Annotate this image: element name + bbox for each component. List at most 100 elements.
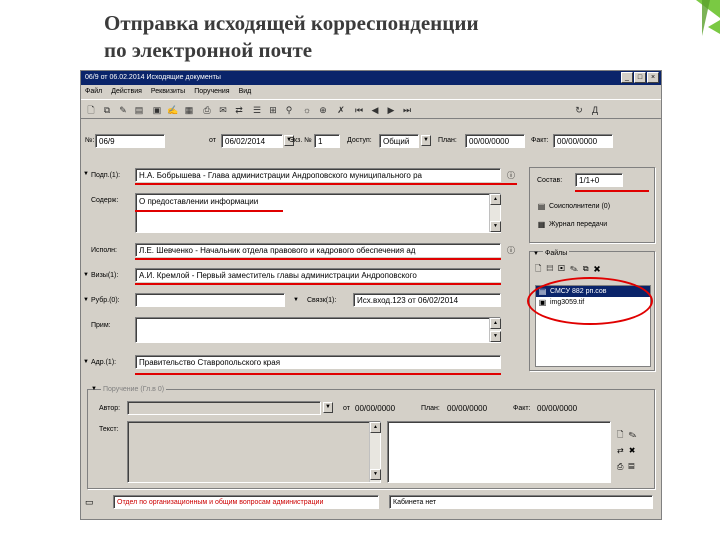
- executor-field[interactable]: Л.Е. Шевченко - Начальник отдела правово…: [135, 243, 501, 257]
- assign-print-icon[interactable]: ⎙: [617, 462, 628, 471]
- last-icon[interactable]: ⏭: [401, 104, 413, 116]
- send-email-icon[interactable]: ⊕: [317, 104, 329, 116]
- assignment-fact-value: 00/00/0000: [537, 404, 578, 413]
- delete-doc-icon[interactable]: ▤: [133, 104, 145, 116]
- department-field: Отдел по организационным и общим вопроса…: [113, 495, 379, 509]
- assign-edit-icon[interactable]: ✎: [628, 430, 641, 439]
- assignment-tools: 🗋✎ ⇄✖ ⎙▤: [617, 427, 651, 475]
- author-label: Автор:: [99, 405, 121, 412]
- edit-doc-icon[interactable]: ✎: [117, 104, 129, 116]
- assignment-arrow-icon[interactable]: ▼: [91, 386, 97, 392]
- rubric-arrow-icon[interactable]: ▼: [83, 297, 89, 303]
- text-label: Текст:: [99, 426, 119, 433]
- new-doc-icon[interactable]: 🗋: [85, 104, 97, 116]
- decorative-arrows: [696, 0, 720, 36]
- cabinet-field: Кабинета нет: [389, 495, 653, 509]
- maximize-button[interactable]: □: [634, 72, 646, 83]
- link-field[interactable]: Исх.вход.123 от 06/02/2014: [353, 293, 501, 307]
- next-icon[interactable]: ▶: [385, 104, 397, 116]
- slide-title: Отправка исходящей корреспонденции по эл…: [104, 10, 584, 64]
- menu-view[interactable]: Вид: [239, 85, 252, 98]
- assign-move-icon[interactable]: ⇄: [617, 446, 629, 455]
- assign-report-icon[interactable]: ▤: [628, 462, 639, 471]
- file-delete-icon[interactable]: ✖: [594, 264, 606, 273]
- number-field[interactable]: 06/9: [95, 134, 165, 148]
- plan-label: План:: [438, 137, 457, 144]
- settings-icon[interactable]: ⚲: [283, 104, 295, 116]
- first-icon[interactable]: ⏮: [353, 104, 365, 116]
- files-arrow-icon[interactable]: ▼: [533, 251, 539, 257]
- sheets-underline: [575, 190, 649, 192]
- assign-delete-icon[interactable]: ✖: [629, 446, 641, 455]
- signed-arrow-icon[interactable]: ▼: [83, 171, 89, 177]
- assignment-text-scrollbar[interactable]: ▲ ▼: [369, 422, 381, 482]
- file-copy-icon[interactable]: ⧉: [583, 264, 594, 273]
- addressee-field[interactable]: Правительство Ставропольского края: [135, 355, 501, 369]
- visa-field[interactable]: А.И. Кремлой - Первый заместитель главы …: [135, 268, 501, 282]
- link-arrow-icon[interactable]: ▼: [293, 297, 299, 303]
- save-icon[interactable]: ▣: [151, 104, 163, 116]
- journal-label: Журнал передачи: [549, 221, 608, 228]
- file-open-icon[interactable]: ▤: [546, 264, 558, 273]
- addressee-arrow-icon[interactable]: ▼: [83, 359, 89, 365]
- menu-actions[interactable]: Действия: [111, 85, 142, 98]
- journal-icon: ▦: [537, 219, 546, 229]
- menu-assignments[interactable]: Поручения: [194, 85, 229, 98]
- executor-label: Исполн:: [91, 247, 117, 254]
- assign-new-icon[interactable]: 🗋: [617, 430, 628, 439]
- prev-icon[interactable]: ◀: [369, 104, 381, 116]
- journal-link[interactable]: ▦ Журнал передачи: [537, 219, 607, 230]
- help-icon[interactable]: Д: [589, 104, 601, 116]
- author-field[interactable]: [127, 401, 321, 415]
- menu-file[interactable]: Файл: [85, 85, 102, 98]
- visa-arrow-icon[interactable]: ▼: [83, 272, 89, 278]
- close-red-icon[interactable]: ✗: [335, 104, 347, 116]
- assignment-fact-label: Факт:: [513, 405, 531, 412]
- fact-label: Факт:: [531, 137, 549, 144]
- refresh-icon[interactable]: ↻: [573, 104, 585, 116]
- sheets-label: Состав:: [537, 177, 563, 184]
- file-scan-icon[interactable]: ▣: [558, 264, 570, 273]
- menu-requisites[interactable]: Реквизиты: [151, 85, 185, 98]
- tree-icon[interactable]: ☼: [301, 104, 313, 116]
- access-label: Доступ:: [347, 137, 372, 144]
- executor-info-icon[interactable]: ⓘ: [507, 245, 515, 256]
- copies-field[interactable]: 1: [314, 134, 340, 148]
- edit-icon[interactable]: ✍: [167, 104, 179, 116]
- files-label: Файлы: [543, 247, 570, 260]
- search-icon[interactable]: ⊞: [267, 104, 279, 116]
- fact-field[interactable]: 00/00/0000: [553, 134, 613, 148]
- note-field[interactable]: [135, 317, 501, 343]
- file-add-icon[interactable]: 🗋: [535, 264, 546, 273]
- slide-title-line2: по электронной почте: [104, 38, 313, 62]
- send-icon[interactable]: ⇄: [233, 104, 245, 116]
- window-titlebar: 06/9 от 06.02.2014 Исходящие документы _…: [81, 71, 661, 85]
- close-window-button[interactable]: ×: [647, 72, 659, 83]
- signed-field[interactable]: Н.А. Бобрышева - Глава администрации Анд…: [135, 168, 501, 182]
- note-scrollbar[interactable]: ▲ ▼: [489, 318, 501, 342]
- rubric-field[interactable]: [135, 293, 285, 307]
- print-preview-icon[interactable]: ✉: [217, 104, 229, 116]
- signed-info-icon[interactable]: ⓘ: [507, 170, 515, 181]
- minimize-button[interactable]: _: [621, 72, 633, 83]
- register-icon[interactable]: ▦: [183, 104, 195, 116]
- status-menu-icon[interactable]: ▭: [85, 495, 99, 509]
- assignment-text-field[interactable]: [127, 421, 381, 483]
- print-icon[interactable]: ⎙: [201, 104, 213, 116]
- assignment-executors-list[interactable]: [387, 421, 611, 483]
- assignment-from-value: 00/00/0000: [355, 404, 396, 413]
- view-icon[interactable]: ☰: [251, 104, 263, 116]
- plan-field[interactable]: 00/00/0000: [465, 134, 525, 148]
- author-dropdown[interactable]: ▼: [323, 402, 333, 413]
- from-label: от: [209, 137, 216, 144]
- file-edit-icon[interactable]: ✎: [570, 264, 583, 273]
- sheets-field[interactable]: 1/1+0: [575, 173, 623, 187]
- access-field[interactable]: Общий: [379, 134, 419, 148]
- executor-underline: [135, 258, 501, 260]
- content-scrollbar[interactable]: ▲ ▼: [489, 194, 501, 232]
- access-dropdown[interactable]: ▼: [421, 135, 431, 146]
- date-field[interactable]: 06/02/2014: [221, 134, 283, 148]
- content-field[interactable]: О предоставлении информации: [135, 193, 501, 233]
- copy-doc-icon[interactable]: ⧉: [101, 104, 113, 116]
- coexecutors-link[interactable]: ▤ Соисполнители (0): [537, 201, 610, 212]
